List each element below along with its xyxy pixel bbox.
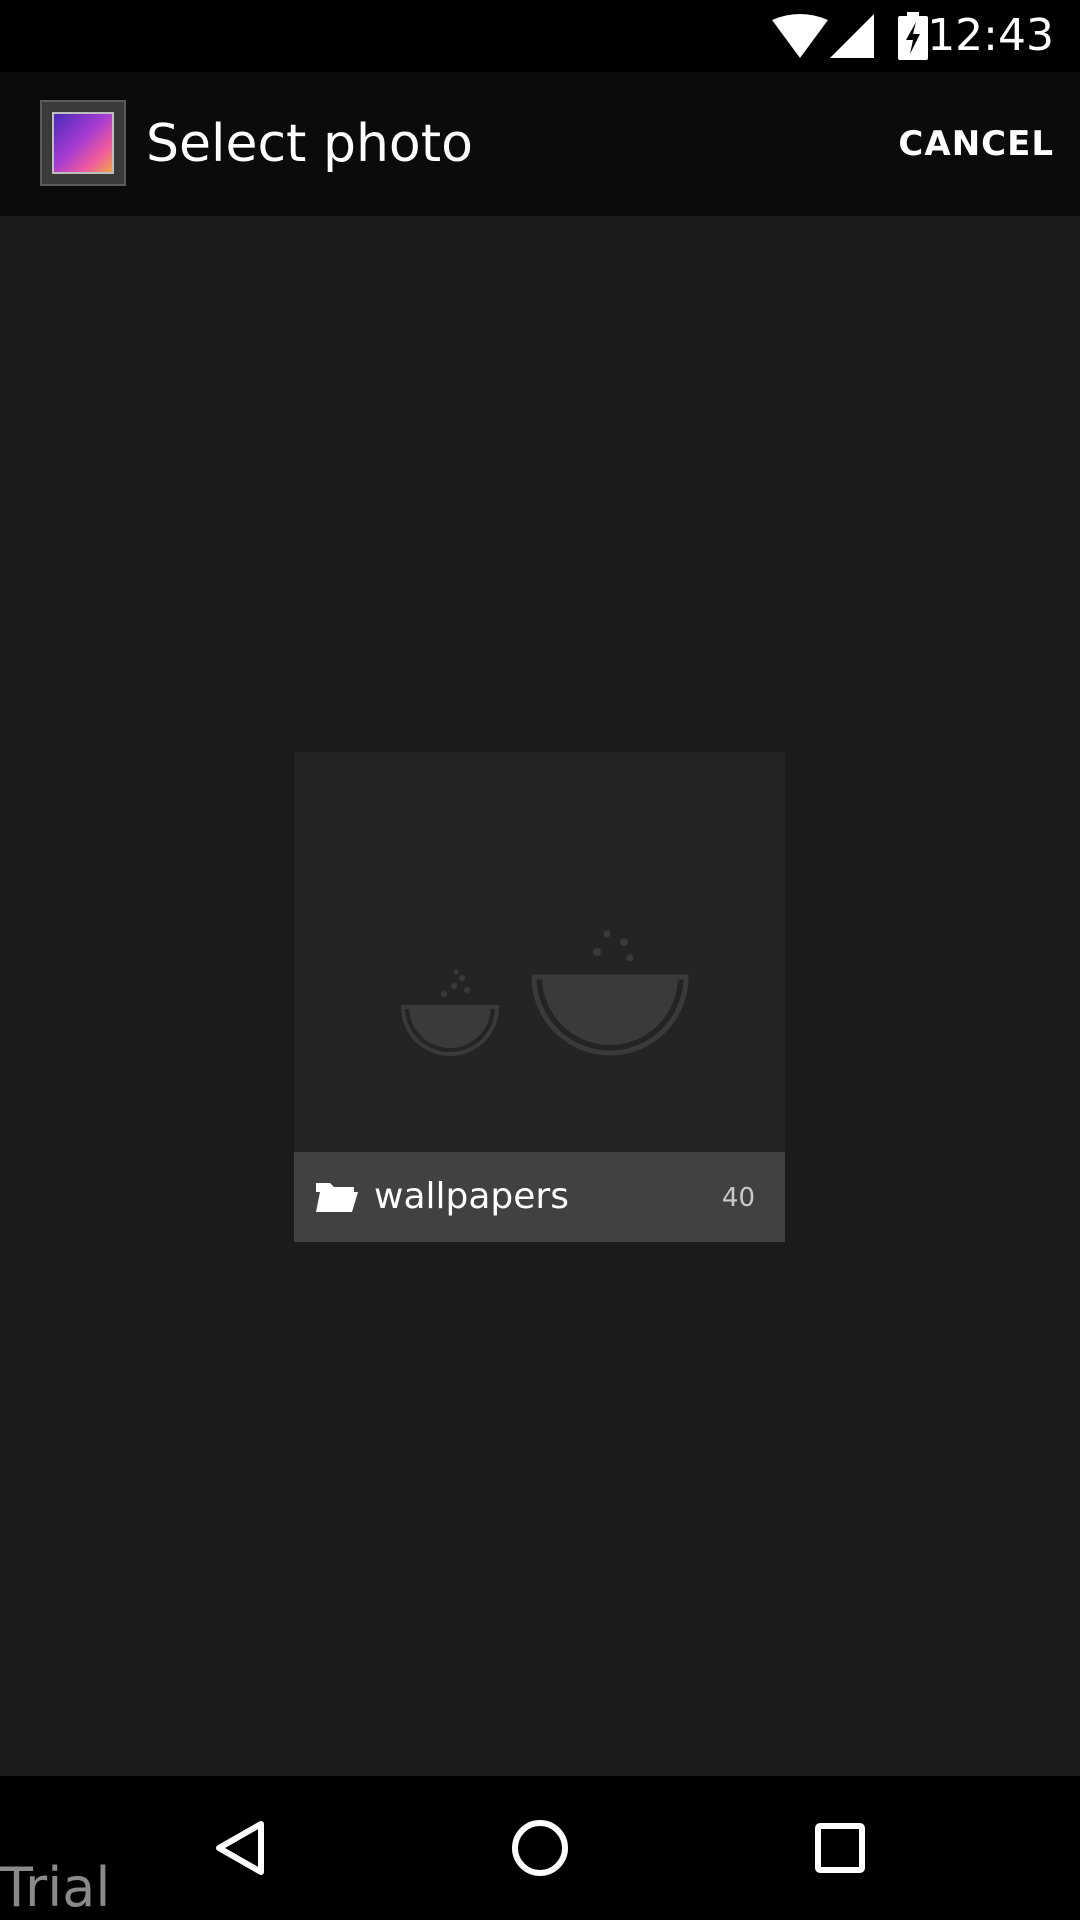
- back-icon[interactable]: [205, 1812, 277, 1884]
- folder-icon: [316, 1183, 358, 1212]
- trial-watermark: Trial: [0, 1856, 111, 1919]
- wifi-icon: [772, 14, 828, 58]
- cell-signal-icon: [830, 14, 874, 58]
- album-tile[interactable]: wallpapers 40: [294, 752, 785, 1242]
- album-label-bar: wallpapers 40: [294, 1152, 785, 1242]
- home-icon[interactable]: [504, 1812, 576, 1884]
- watermelon-icon: [400, 930, 689, 1056]
- battery-charging-icon: [898, 12, 928, 60]
- gallery-icon[interactable]: [40, 100, 126, 186]
- recent-apps-icon[interactable]: [804, 1812, 876, 1884]
- gallery-icon-image: [52, 112, 114, 174]
- album-name: wallpapers: [374, 1176, 569, 1217]
- page-title: Select photo: [146, 114, 473, 174]
- status-bar: 12:43: [0, 0, 1080, 72]
- action-bar: Select photo CANCEL: [0, 72, 1080, 216]
- album-thumbnail: [294, 752, 785, 1152]
- album-count: 40: [721, 1183, 755, 1213]
- status-time: 12:43: [927, 10, 1054, 61]
- navigation-bar: Trial: [0, 1776, 1080, 1920]
- cancel-button[interactable]: CANCEL: [898, 116, 1054, 172]
